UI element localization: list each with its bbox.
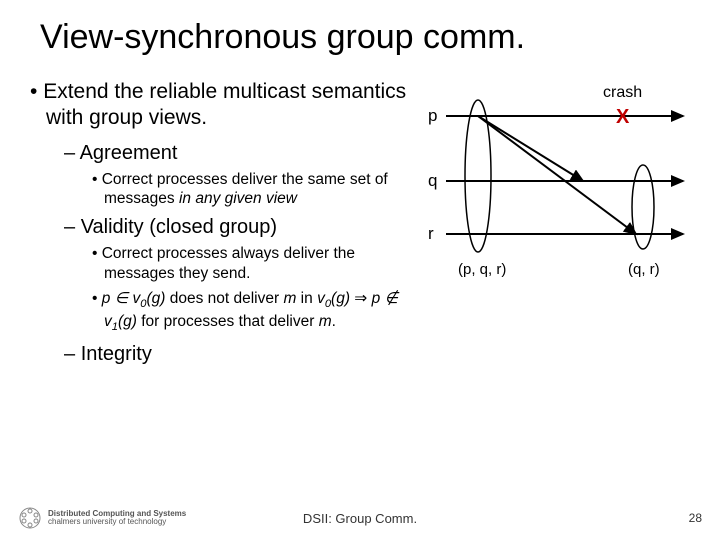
slide-body: Extend the reliable multicast semantics … bbox=[0, 57, 720, 371]
p-label: p bbox=[428, 106, 437, 125]
view-sync-diagram: crash p q r X (p, q, r) (q, r) bbox=[418, 79, 698, 289]
msg-p-to-q bbox=[478, 116, 583, 181]
diagram-area: crash p q r X (p, q, r) (q, r) bbox=[418, 79, 698, 371]
v2a: p ∈ v bbox=[102, 290, 141, 307]
v2b-head: (g) bbox=[146, 290, 165, 307]
v2d-head: (g) bbox=[331, 290, 350, 307]
msg-p-to-r bbox=[478, 116, 636, 234]
slide-footer: Distributed Computing and Systems chalme… bbox=[0, 506, 720, 530]
bullet-integrity: Integrity bbox=[64, 341, 418, 367]
v2-m1: m bbox=[283, 290, 296, 307]
agreement-sub-italic: in any given view bbox=[179, 190, 297, 207]
footer-dept2: chalmers university of technology bbox=[48, 518, 186, 526]
bullet-validity-sub1: Correct processes always deliver the mes… bbox=[90, 244, 418, 283]
v2e: for processes that deliver bbox=[137, 313, 319, 330]
footer-dept: Distributed Computing and Systems chalme… bbox=[48, 510, 186, 527]
left-column: Extend the reliable multicast semantics … bbox=[28, 79, 418, 371]
slide-title: View-synchronous group comm. bbox=[0, 0, 720, 57]
v2d-arrow: ⇒ bbox=[350, 290, 372, 307]
view1-label: (q, r) bbox=[628, 261, 660, 278]
bullet-main: Extend the reliable multicast semantics … bbox=[28, 79, 418, 132]
view1-oval bbox=[632, 165, 654, 249]
v2c-it: v bbox=[317, 290, 325, 307]
q-label: q bbox=[428, 171, 437, 190]
r-label: r bbox=[428, 224, 434, 243]
footer-center: DSII: Group Comm. bbox=[303, 511, 417, 526]
view0-oval bbox=[465, 100, 491, 252]
v2-m2: m bbox=[319, 313, 332, 330]
crash-x-icon: X bbox=[616, 106, 630, 128]
v2b: does not deliver bbox=[165, 290, 283, 307]
bullet-agreement: Agreement bbox=[64, 140, 418, 166]
view0-label: (p, q, r) bbox=[458, 261, 506, 278]
v2e-head: (g) bbox=[118, 313, 137, 330]
crash-label: crash bbox=[603, 84, 642, 101]
footer-page-number: 28 bbox=[689, 511, 702, 525]
footer-left: Distributed Computing and Systems chalme… bbox=[18, 506, 186, 530]
v2-dot: . bbox=[332, 313, 336, 330]
v2c-txt: in bbox=[296, 290, 317, 307]
chalmers-logo-icon bbox=[18, 506, 42, 530]
bullet-validity: Validity (closed group) bbox=[64, 214, 418, 240]
bullet-validity-sub2: p ∈ v0(g) does not deliver m in v0(g) ⇒ … bbox=[90, 289, 418, 335]
bullet-agreement-sub: Correct processes deliver the same set o… bbox=[90, 170, 418, 209]
